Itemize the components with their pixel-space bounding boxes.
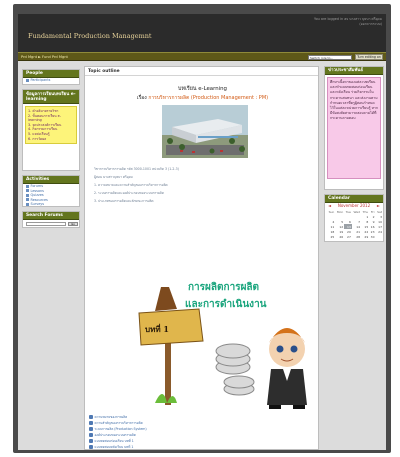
calendar-day[interactable]: 28: [352, 234, 361, 239]
intro-text-1: วิชาการบริหารการผลิต รหัส 3000-1001 หน่ว…: [94, 167, 179, 171]
site-title[interactable]: Fundamental Production Managemnt: [28, 32, 152, 40]
calendar-prev-button[interactable]: ◄: [328, 203, 331, 209]
illustration-title: การผลิตการผลิต: [188, 282, 260, 293]
calendar-day[interactable]: 23: [369, 229, 375, 234]
activities-block-title: Activities: [23, 176, 79, 184]
intro-text-3: 1. ความหมายและความสำคัญของการบริหารการผล…: [94, 183, 168, 187]
course-info-title: ข้อมูลการเรียนบทเรียน e-learning: [23, 90, 79, 104]
illustration-subtitle: และการดำเนินงาน: [185, 299, 267, 310]
calendar-weekday: Sat: [377, 209, 382, 214]
course-info-item[interactable]: 2. ขั้นตอนการเรียน e-learning: [28, 114, 74, 123]
calendar-day: [376, 234, 384, 239]
search-forums-button[interactable]: Go: [68, 222, 78, 226]
resource-link[interactable]: องค์ประกอบของระบบการผลิต: [89, 433, 136, 438]
page-viewport: Fundamental Production Managemnt You are…: [18, 14, 386, 450]
course-info-item[interactable]: 6. การวัดผล: [28, 137, 74, 142]
calendar-day[interactable]: 29: [361, 234, 369, 239]
course-info-list: 1. คำอธิบายรายวิชา 2. ขั้นตอนการเรียน e-…: [25, 106, 77, 145]
intro-text-5: 3. ประเภทของการผลิตและลักษณะการผลิต: [94, 199, 154, 203]
document-icon: [89, 427, 93, 431]
search-forums-block: Search Forums Go: [22, 211, 80, 228]
quiz-icon: [89, 439, 93, 443]
calendar-weekday: Tue: [345, 209, 351, 214]
breadcrumb[interactable]: Prd Mgnt ► Fund Prd Mgnt: [21, 55, 68, 59]
resource-icon: [26, 198, 29, 202]
news-block-title: ข่าวประชาสัมพันธ์: [325, 67, 383, 75]
activities-block: Activities Forums Lessons Quizzes Resour…: [22, 175, 80, 207]
logout-link[interactable]: (ออกจากระบบ): [314, 22, 382, 27]
intro-text-4: 2. ระบบการผลิตและองค์ประกอบของระบบการผลิ…: [94, 191, 164, 195]
calendar-day[interactable]: 27: [344, 234, 352, 239]
document-icon: [89, 415, 93, 419]
document-icon: [89, 421, 93, 425]
factory-photo: [162, 105, 248, 158]
resource-link[interactable]: ระบบการผลิต (Production System): [89, 427, 147, 432]
search-forums-title: Search Forums: [23, 212, 79, 220]
resource-link[interactable]: ความสำคัญของการบริหารการผลิต: [89, 421, 143, 426]
news-block: ข่าวประชาสัมพันธ์ ศึกษาเนื้อหาของแต่ละบท…: [324, 66, 384, 190]
navigation-bar: Prd Mgnt ► Fund Prd Mgnt Switch role to.…: [18, 52, 386, 61]
course-subject-link[interactable]: การบริหารการผลิต (Production Management …: [148, 95, 268, 101]
calendar-weekday: Mon: [336, 209, 344, 214]
resource-link[interactable]: ความหมายของการผลิต: [89, 415, 127, 420]
quiz-icon: [26, 193, 29, 197]
calendar-next-button[interactable]: ►: [377, 203, 380, 209]
calendar-weekday: Wed: [353, 209, 361, 214]
calendar-weekday: Thu: [362, 209, 369, 214]
topic-outline-heading: Topic outline: [85, 67, 318, 76]
calendar-grid: Sun Mon Tue Wed Thu Fri Sat 1 2 3 4 5 6 7 8 9 10 11 12 13 1…: [327, 209, 383, 239]
news-text: ศึกษาเนื้อหาของแต่ละบทเรียนและทำแบบทดสอบ…: [330, 80, 378, 121]
people-block-title: People: [23, 70, 79, 78]
turn-editing-on-button[interactable]: Turn editing on: [355, 54, 383, 60]
people-block: People Participants: [22, 69, 80, 85]
survey-icon: [26, 202, 29, 206]
participants-link[interactable]: Participants: [23, 78, 79, 83]
forum-icon: [26, 184, 29, 188]
search-forums-input[interactable]: [26, 222, 66, 226]
calendar-day[interactable]: 26: [335, 234, 344, 239]
calendar-day[interactable]: 25: [327, 234, 335, 239]
site-header: Fundamental Production Managemnt You are…: [18, 14, 386, 52]
course-info-block: ข้อมูลการเรียนบทเรียน e-learning 1. คำอธ…: [22, 89, 80, 171]
quiz-icon: [89, 445, 93, 449]
calendar-nav: ◄ November 2012 ►: [325, 203, 383, 209]
lesson-icon: [26, 189, 29, 193]
calendar-day[interactable]: 16: [369, 224, 375, 229]
news-content: ศึกษาเนื้อหาของแต่ละบทเรียนและทำแบบทดสอบ…: [327, 77, 381, 179]
calendar-weekday: Fri: [370, 209, 375, 214]
activity-link-surveys[interactable]: Surveys: [23, 202, 79, 207]
main-content: Topic outline บทเรียน e-Learning เรื่อง …: [84, 66, 319, 450]
calendar-block-title: Calendar: [325, 195, 383, 203]
participants-icon: [26, 78, 29, 82]
quiz-link[interactable]: แบบทดสอบหลังเรียน บทที่ 1: [89, 445, 133, 449]
calendar-weekday: Sun: [328, 209, 335, 214]
course-title: บทเรียน e-Learning: [178, 86, 227, 92]
calendar-month[interactable]: November 2012: [338, 203, 370, 208]
chapter-sign-label: บทที่ 1: [145, 324, 169, 334]
calendar-day[interactable]: 30: [369, 234, 375, 239]
login-info: You are logged in as นางสาว บุษบา ศรีอุด…: [314, 17, 382, 27]
document-icon: [89, 433, 93, 437]
intro-text-2: ผู้สอน นางสาวบุษบา ศรีอุดม: [94, 175, 133, 179]
quiz-link[interactable]: แบบทดสอบก่อนเรียน บทที่ 1: [89, 439, 134, 444]
switch-role-select[interactable]: Switch role to...: [308, 54, 352, 60]
calendar-block: Calendar ◄ November 2012 ► Sun Mon Tue Wed T…: [324, 194, 384, 242]
course-subtitle: เรื่อง การบริหารการผลิต (Production Mana…: [136, 95, 269, 101]
